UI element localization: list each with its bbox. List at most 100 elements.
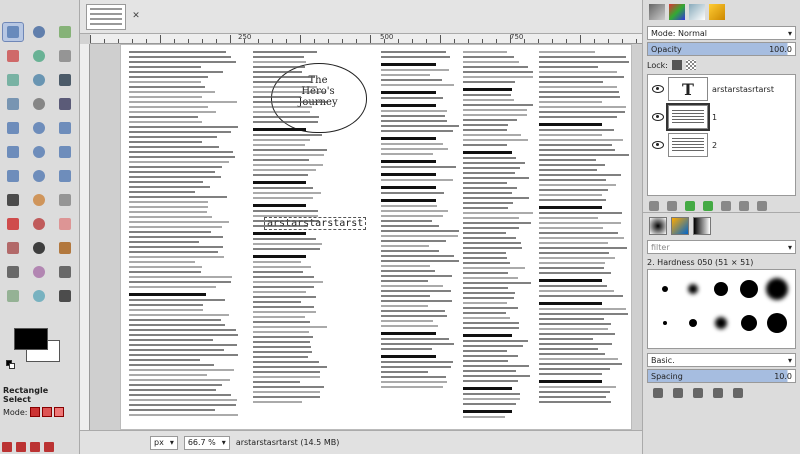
restore-options-icon[interactable] (16, 442, 26, 452)
move-icon[interactable] (54, 94, 76, 114)
zoom-icon[interactable] (2, 94, 24, 114)
clone-icon[interactable] (2, 262, 24, 282)
crop-icon[interactable] (28, 118, 50, 138)
default-colors-icon[interactable] (6, 360, 16, 370)
color-picker-icon[interactable] (54, 70, 76, 90)
brush-preview[interactable] (715, 317, 727, 329)
gradient-icon[interactable] (54, 190, 76, 210)
layer-mode-select[interactable]: Mode: Normal ▾ (647, 26, 796, 40)
measure-icon[interactable] (28, 94, 50, 114)
refresh-brushes-icon[interactable] (733, 388, 743, 398)
raise-layer-icon[interactable] (685, 201, 695, 211)
layer-row[interactable]: T arstarstasrtarst (648, 75, 795, 103)
brushes-tab-icon[interactable] (649, 217, 667, 235)
smudge-icon[interactable] (2, 286, 24, 306)
paths-tab-icon[interactable] (689, 4, 705, 20)
delete-options-icon[interactable] (30, 442, 40, 452)
blur-icon[interactable] (28, 286, 50, 306)
layers-tab-icon[interactable] (649, 4, 665, 20)
paintbrush-icon[interactable] (28, 214, 50, 234)
lock-pixels-icon[interactable] (672, 60, 682, 70)
brush-preview[interactable] (766, 278, 788, 300)
duplicate-layer-icon[interactable] (721, 201, 731, 211)
pencil-icon[interactable] (2, 214, 24, 234)
rect-select-icon[interactable] (2, 22, 24, 42)
mode-subtract-button[interactable] (54, 407, 64, 417)
ellipse-select-icon[interactable] (28, 22, 50, 42)
tool-grid (2, 22, 78, 308)
opacity-slider[interactable]: Opacity 100.0 (647, 42, 796, 56)
brush-preview[interactable] (767, 313, 787, 333)
brush-preview[interactable] (714, 282, 728, 296)
new-brush-icon[interactable] (673, 388, 683, 398)
scissors-icon[interactable] (54, 46, 76, 66)
layer-actions (643, 198, 800, 212)
flip-icon[interactable] (2, 166, 24, 186)
scale-icon[interactable] (2, 142, 24, 162)
patterns-tab-icon[interactable] (671, 217, 689, 235)
visibility-eye-icon[interactable] (652, 85, 664, 93)
unit-select[interactable]: px ▾ (150, 436, 178, 450)
shear-icon[interactable] (28, 142, 50, 162)
perspective-icon[interactable] (54, 142, 76, 162)
align-icon[interactable] (2, 118, 24, 138)
brush-preview[interactable] (688, 284, 698, 294)
save-options-icon[interactable] (2, 442, 12, 452)
anchor-layer-icon[interactable] (739, 201, 749, 211)
brush-preset-select[interactable]: Basic. ▾ (647, 353, 796, 367)
bucket-fill-icon[interactable] (28, 190, 50, 210)
new-layer-icon[interactable] (649, 201, 659, 211)
foreground-color-swatch[interactable] (14, 328, 48, 350)
lock-alpha-icon[interactable] (686, 60, 696, 70)
canvas[interactable]: The Hero's Journey arstarstarstarst (90, 44, 642, 430)
lower-layer-icon[interactable] (703, 201, 713, 211)
layer-row[interactable]: 2 (648, 131, 795, 159)
perspective-clone-icon[interactable] (54, 262, 76, 282)
cage-icon[interactable] (28, 166, 50, 186)
paths-icon[interactable] (28, 70, 50, 90)
vertical-ruler[interactable] (80, 44, 90, 430)
text-icon[interactable] (2, 190, 24, 210)
brush-preview[interactable] (662, 286, 668, 292)
reset-options-icon[interactable] (44, 442, 54, 452)
warp-icon[interactable] (54, 166, 76, 186)
visibility-eye-icon[interactable] (652, 113, 664, 121)
spacing-slider[interactable]: Spacing 10.0 (647, 369, 796, 383)
brush-preview[interactable] (689, 319, 697, 327)
zoom-select[interactable]: 66.7 % ▾ (184, 436, 230, 450)
brush-preview[interactable] (663, 321, 667, 325)
mode-replace-button[interactable] (30, 407, 40, 417)
new-layer-group-icon[interactable] (667, 201, 677, 211)
airbrush-icon[interactable] (2, 238, 24, 258)
fuzzy-select-icon[interactable] (2, 46, 24, 66)
eraser-icon[interactable] (54, 214, 76, 234)
brush-grid[interactable] (647, 269, 796, 349)
close-tab-icon[interactable]: ✕ (130, 10, 142, 22)
color-select-icon[interactable] (28, 46, 50, 66)
gradients-tab-icon[interactable] (693, 217, 711, 235)
duplicate-brush-icon[interactable] (693, 388, 703, 398)
visibility-eye-icon[interactable] (652, 141, 664, 149)
brush-preview[interactable] (741, 315, 757, 331)
lasso-icon[interactable] (54, 22, 76, 42)
rotate-icon[interactable] (54, 118, 76, 138)
heal-icon[interactable] (28, 262, 50, 282)
ink-icon[interactable] (28, 238, 50, 258)
layer-name: 2 (712, 141, 717, 150)
image-info: arstarstasrtarst (14.5 MB) (236, 438, 340, 447)
text-layer-thumbnail: T (668, 77, 708, 101)
brush-preview[interactable] (740, 280, 758, 298)
edit-brush-icon[interactable] (653, 388, 663, 398)
mode-add-button[interactable] (42, 407, 52, 417)
mypaint-icon[interactable] (54, 238, 76, 258)
foreground-select-icon[interactable] (2, 70, 24, 90)
layer-row[interactable]: 1 (648, 103, 795, 131)
image-tab-thumbnail[interactable] (86, 4, 126, 30)
dodge-icon[interactable] (54, 286, 76, 306)
undo-history-tab-icon[interactable] (709, 4, 725, 20)
channels-tab-icon[interactable] (669, 4, 685, 20)
horizontal-ruler[interactable]: 250 500 750 (90, 34, 642, 44)
delete-layer-icon[interactable] (757, 201, 767, 211)
delete-brush-icon[interactable] (713, 388, 723, 398)
brush-filter-input[interactable]: filter ▾ (647, 240, 796, 254)
